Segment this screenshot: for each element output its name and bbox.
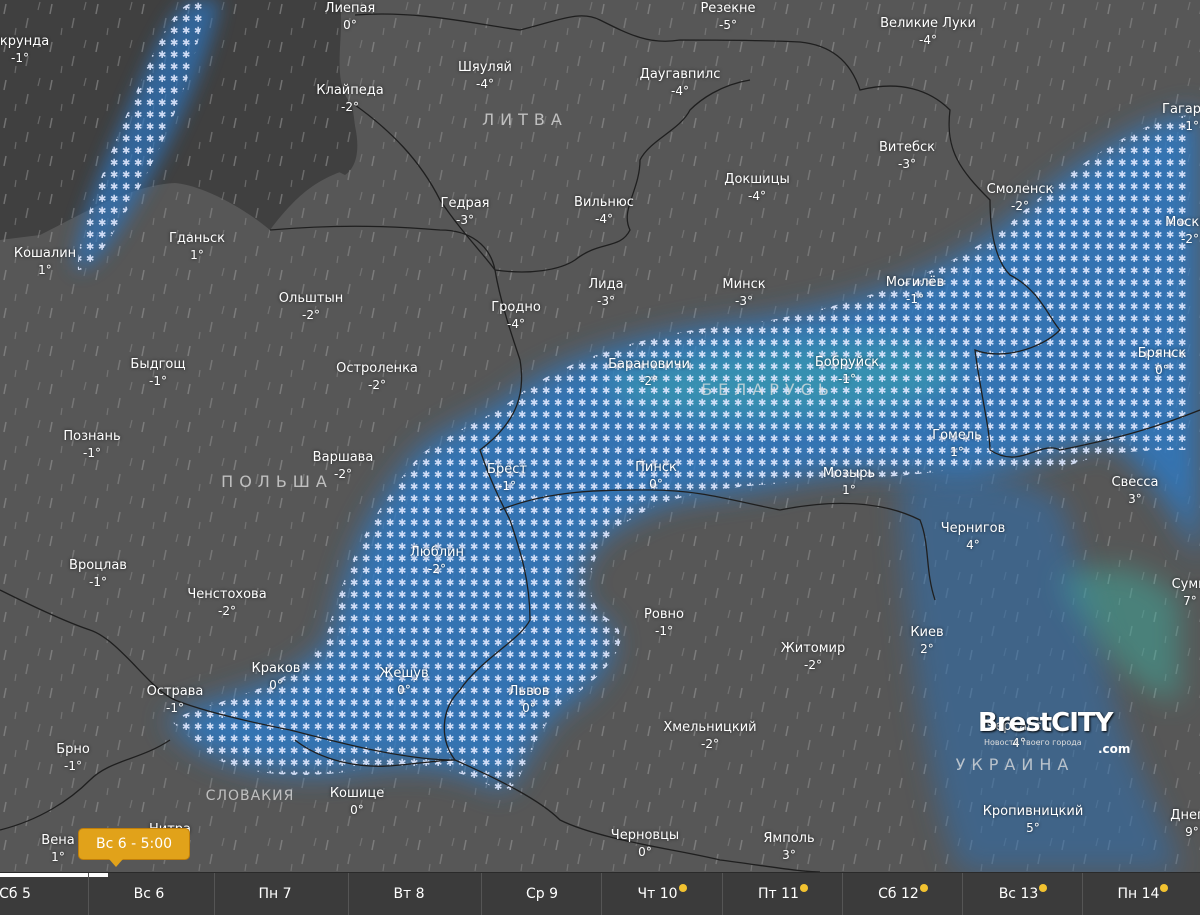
time-tooltip: Вс 6 - 5:00 <box>78 828 190 867</box>
timeline-day[interactable]: Пт 11 <box>722 873 843 915</box>
sun-icon <box>799 884 808 892</box>
timeline-day[interactable]: Вт 8 <box>348 873 469 915</box>
timeline-day[interactable]: Пн 14 <box>1082 873 1200 915</box>
timeline-day-label: Пн 14 <box>1117 886 1160 902</box>
timeline-day-label: Вс 13 <box>998 886 1039 902</box>
timeline-day[interactable]: Ср 9 <box>481 873 602 915</box>
timeline-day-label: Пн 7 <box>258 886 292 902</box>
timeline-day-label: Пт 11 <box>758 886 799 902</box>
timeline-day[interactable]: Чт 10 <box>601 873 722 915</box>
timeline-bar[interactable]: Сб 5 Вс 6 Пн 7 Вт 8 Ср 9 Чт 10 Пт 11 Сб 12 Вс 13… <box>0 872 1200 915</box>
timeline-day-label: Ср 9 <box>525 886 559 902</box>
timeline-day[interactable]: Пн 7 <box>214 873 335 915</box>
timeline-day-label: Сб 12 <box>878 886 919 902</box>
weather-map[interactable]: ✱ <box>0 0 1200 872</box>
sun-icon <box>1039 884 1048 892</box>
sun-icon <box>919 884 928 892</box>
timeline-day-label: Сб 5 <box>0 886 31 902</box>
timeline-day-label: Чт 10 <box>637 886 678 902</box>
timeline-day[interactable]: Сб 12 <box>842 873 963 915</box>
timeline-day-label: Вс 6 <box>133 886 165 902</box>
timeline-day[interactable]: Вс 6 <box>88 873 209 915</box>
timeline-day-label: Вт 8 <box>393 886 425 902</box>
timeline-day[interactable]: Сб 5 <box>0 873 89 915</box>
sun-icon <box>678 884 687 892</box>
timeline-day[interactable]: Вс 13 <box>962 873 1083 915</box>
sun-icon <box>1160 884 1169 892</box>
